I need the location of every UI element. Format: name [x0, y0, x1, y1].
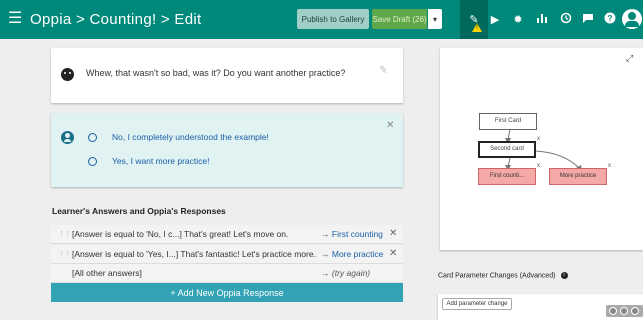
param-changes-label: Card Parameter Changes (Advanced): [438, 272, 556, 280]
bar-chart-icon[interactable]: [534, 12, 550, 28]
responses-title: Learner's Answers and Oppia's Responses: [52, 206, 226, 216]
publish-button[interactable]: Publish to Gallery: [297, 9, 369, 29]
delete-node-icon[interactable]: x: [608, 163, 611, 169]
info-icon[interactable]: i: [560, 272, 568, 279]
response-destination[interactable]: → More practice: [321, 249, 383, 259]
default-destination[interactable]: → (try again): [321, 268, 383, 278]
drag-handle-icon[interactable]: ⋮⋮: [58, 230, 71, 238]
choice-radio[interactable]: [88, 157, 97, 166]
pencil-icon[interactable]: ✎: [466, 12, 482, 28]
interaction-card[interactable]: ✕ No, I completely understood the exampl…: [51, 113, 403, 187]
default-answer: [All other answers]: [72, 268, 142, 278]
cc-license-icon: [606, 305, 643, 317]
state-graph-panel: ⤢ First Card Second card x First counti.…: [440, 48, 643, 250]
delete-node-icon[interactable]: x: [537, 163, 540, 169]
default-response-row[interactable]: [All other answers] → (try again): [51, 264, 403, 283]
graph-node-first-counting[interactable]: First counti...: [478, 168, 536, 185]
graph-node-second-card[interactable]: Second card: [478, 141, 536, 158]
learner-icon: [61, 131, 74, 144]
delete-response-icon[interactable]: ✕: [389, 228, 397, 239]
destination-label: (try again): [331, 268, 371, 278]
hamburger-icon[interactable]: ☰: [8, 9, 22, 29]
svg-text:?: ?: [608, 14, 613, 23]
add-response-button[interactable]: + Add New Oppia Response: [51, 283, 403, 302]
feedback-icon[interactable]: [580, 12, 596, 28]
response-answer: [Answer is equal to 'Yes, I...] That's f…: [72, 249, 316, 259]
delete-response-icon[interactable]: ✕: [389, 248, 397, 259]
breadcrumb[interactable]: Oppia > Counting! > Edit: [30, 10, 201, 30]
destination-label: More practice: [331, 249, 383, 259]
graph-node-more-practice[interactable]: More practice: [549, 168, 607, 185]
choice-radio[interactable]: [88, 133, 97, 142]
history-icon[interactable]: [558, 12, 574, 28]
content-text: Whew, that wasn't so bad, was it? Do you…: [86, 68, 346, 78]
play-icon[interactable]: ▶: [487, 12, 503, 28]
graph-node-first-card[interactable]: First Card: [479, 113, 537, 130]
close-icon[interactable]: ✕: [386, 120, 394, 131]
save-draft-dropdown-icon[interactable]: ▾: [428, 9, 442, 29]
response-answer: [Answer is equal to 'No, I c...] That's …: [72, 229, 289, 239]
drag-handle-icon[interactable]: ⋮⋮: [58, 250, 71, 258]
destination-label: First counting: [331, 229, 383, 239]
gear-icon[interactable]: ✹: [510, 12, 526, 28]
save-draft-button[interactable]: Save Draft (26): [372, 9, 427, 29]
add-parameter-change-button[interactable]: Add parameter change: [442, 298, 512, 310]
help-icon[interactable]: ?: [602, 12, 618, 28]
response-row[interactable]: ⋮⋮ [Answer is equal to 'No, I c...] That…: [51, 225, 403, 244]
edit-pencil-icon[interactable]: ✎: [378, 64, 388, 76]
top-navbar: ☰ Oppia > Counting! > Edit Publish to Ga…: [0, 0, 643, 39]
choice-label[interactable]: No, I completely understood the example!: [112, 131, 269, 143]
delete-node-icon[interactable]: x: [537, 136, 540, 142]
response-row[interactable]: ⋮⋮ [Answer is equal to 'Yes, I...] That'…: [51, 245, 403, 264]
content-card[interactable]: Whew, that wasn't so bad, was it? Do you…: [51, 48, 403, 103]
choice-label[interactable]: Yes, I want more practice!: [112, 155, 209, 167]
oppia-avatar-icon: [61, 68, 74, 81]
response-destination[interactable]: → First counting: [321, 229, 383, 239]
graph-links: [505, 128, 582, 172]
avatar-icon[interactable]: [622, 9, 642, 29]
param-changes-title: Card Parameter Changes (Advanced) i: [438, 272, 568, 279]
